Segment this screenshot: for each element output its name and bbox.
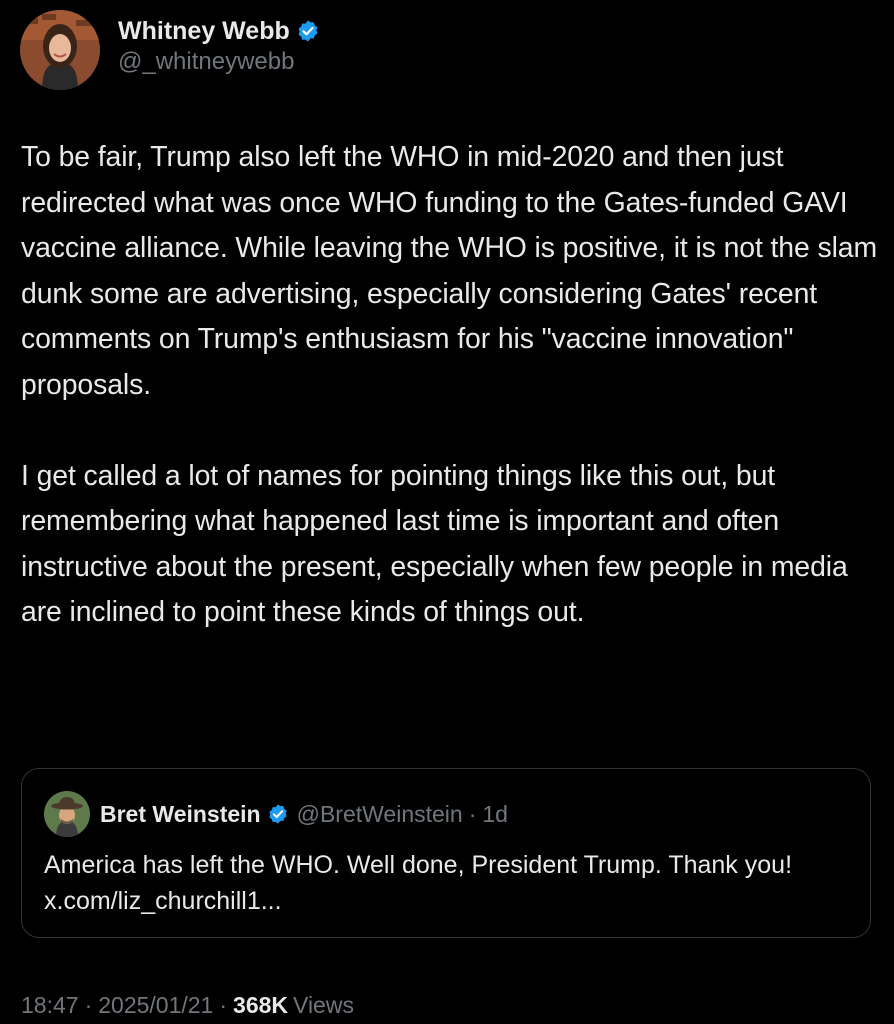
verified-badge-icon [296,19,320,43]
quoted-tweet-header: Bret Weinstein @BretWeinstein · 1d [44,791,508,837]
quoted-author-handle[interactable]: @BretWeinstein [297,801,463,828]
quoted-author-display-name[interactable]: Bret Weinstein [100,801,261,828]
tweet-time[interactable]: 18:47 [21,988,79,1022]
views-count[interactable]: 368K [233,988,288,1022]
quoted-verified-badge-icon [267,803,289,825]
tweet-author-header: Whitney Webb @_whitneywebb [20,10,320,90]
quoted-author-avatar[interactable] [44,791,90,837]
meta-separator: · [84,992,93,1018]
profile-photo-woman-icon [20,10,100,90]
author-handle[interactable]: @_whitneywebb [118,47,320,77]
tweet-text: To be fair, Trump also left the WHO in m… [21,141,878,628]
tweet-meta: 18:47 · 2025/01/21 · 368K Views [21,988,354,1022]
quoted-tweet-card[interactable]: Bret Weinstein @BretWeinstein · 1d Ameri… [21,768,871,938]
quoted-meta-separator: · [468,800,477,827]
quoted-tweet-text: America has left the WHO. Well done, Pre… [44,851,793,915]
tweet-date[interactable]: 2025/01/21 [98,988,213,1022]
profile-photo-man-hat-icon [44,791,90,837]
views-label: Views [293,992,354,1018]
quoted-tweet-time[interactable]: 1d [482,801,508,828]
author-display-name[interactable]: Whitney Webb [118,15,290,47]
author-avatar[interactable] [20,10,100,90]
meta-separator: · [219,992,228,1018]
